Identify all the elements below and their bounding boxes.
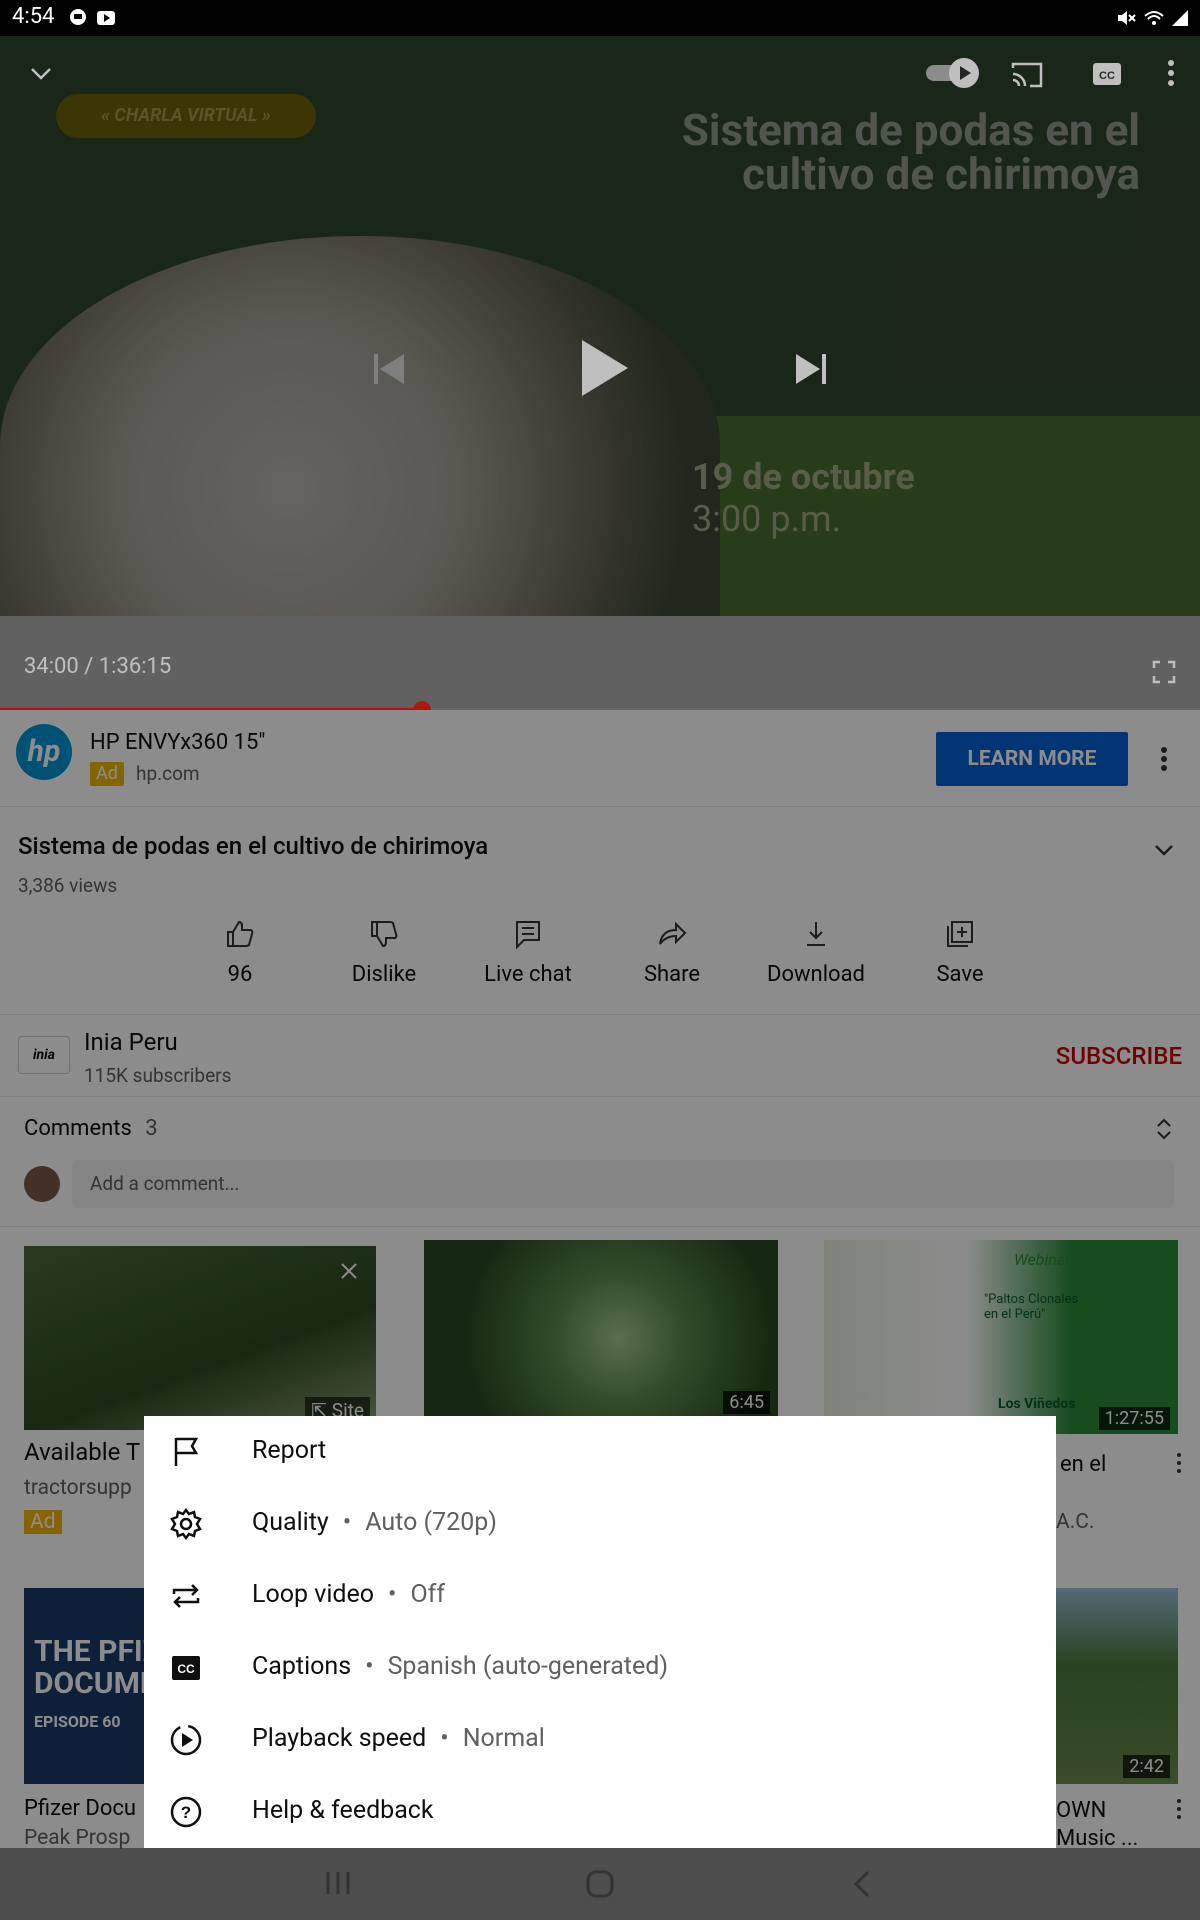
menu-value: Auto (720p): [365, 1508, 497, 1537]
menu-label: Playback speed • Normal: [252, 1724, 545, 1753]
playback-speed-icon: [170, 1724, 202, 1756]
modal-scrim-player[interactable]: [0, 36, 1200, 710]
gear-icon: [170, 1507, 202, 1541]
menu-item-playback-speed[interactable]: Playback speed • Normal: [144, 1704, 1056, 1776]
loop-icon: [172, 1584, 200, 1608]
menu-label: Report: [252, 1436, 326, 1465]
menu-label-text: Captions: [252, 1652, 352, 1681]
menu-label-text: Loop video: [252, 1580, 375, 1609]
message-icon: [70, 9, 86, 25]
menu-label: Loop video • Off: [252, 1580, 446, 1609]
wifi-icon: [1144, 11, 1164, 25]
home-icon[interactable]: [586, 1870, 614, 1898]
help-icon: ?: [170, 1796, 202, 1828]
menu-value: Normal: [462, 1724, 545, 1753]
menu-label-text: Report: [252, 1436, 327, 1465]
status-time: 4:54: [12, 4, 55, 29]
menu-item-quality[interactable]: Quality • Auto (720p): [144, 1488, 1056, 1560]
back-icon[interactable]: [852, 1870, 872, 1898]
flag-icon: [174, 1437, 199, 1466]
svg-text:CC: CC: [177, 1662, 195, 1676]
menu-label: Help & feedback: [252, 1796, 434, 1825]
menu-label-text: Playback speed: [252, 1724, 427, 1753]
menu-item-report[interactable]: Report: [144, 1416, 1056, 1488]
captions-icon: CC: [172, 1656, 200, 1680]
menu-value: Off: [410, 1580, 446, 1609]
menu-item-captions[interactable]: CC Captions • Spanish (auto-generated): [144, 1632, 1056, 1704]
menu-label: Captions • Spanish (auto-generated): [252, 1652, 669, 1681]
menu-label-text: Help & feedback: [252, 1796, 434, 1825]
youtube-status-icon: [97, 11, 115, 25]
menu-label: Quality • Auto (720p): [252, 1508, 497, 1537]
menu-item-help-feedback[interactable]: ? Help & feedback: [144, 1776, 1056, 1848]
svg-text:?: ?: [181, 1803, 191, 1822]
signal-icon: [1172, 10, 1188, 26]
menu-label-text: Quality: [252, 1508, 329, 1537]
mute-icon: [1118, 11, 1136, 25]
options-menu: Report Quality • Auto (720p) Loop video • Of…: [144, 1416, 1056, 1848]
recent-apps-icon[interactable]: [324, 1870, 352, 1896]
menu-item-loop-video[interactable]: Loop video • Off: [144, 1560, 1056, 1632]
menu-value: Spanish (auto-generated): [387, 1652, 669, 1681]
status-bar: 4:54: [0, 0, 1200, 36]
system-nav-bar: [0, 1848, 1200, 1920]
